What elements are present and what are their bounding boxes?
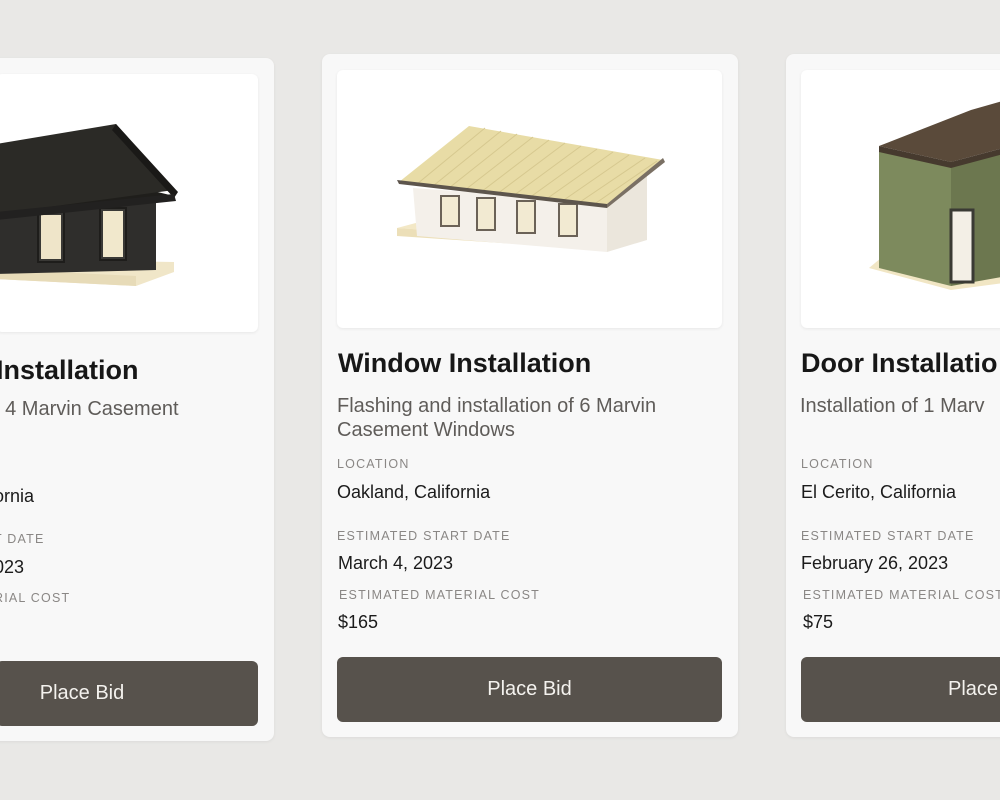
project-image-3	[801, 70, 1000, 328]
card-title: Installation	[0, 355, 139, 385]
cost-value: $165	[338, 612, 379, 632]
location-label: LOCATION	[801, 457, 874, 471]
location-value: El Cerito, California	[801, 482, 957, 502]
cost-label: ESTIMATED MATERIAL COST	[803, 588, 1000, 602]
beige-house-render	[397, 126, 665, 252]
card-description: f 4 Marvin Casement	[0, 398, 179, 420]
start-date-value: March 4, 2023	[338, 553, 454, 573]
location-value: ornia	[0, 486, 35, 506]
location-label: LOCATION	[337, 457, 410, 471]
project-image-1	[0, 74, 258, 332]
cost-label: ESTIMATED MATERIAL COST	[339, 588, 540, 602]
green-house-render	[869, 101, 1000, 290]
dark-house-render	[0, 124, 178, 286]
card-description-line-1: Flashing and installation of 6 Marvin	[337, 395, 657, 417]
place-bid-button[interactable]: Place	[801, 657, 1000, 722]
start-date-value: February 26, 2023	[801, 553, 949, 573]
cost-value: $75	[803, 612, 834, 632]
cost-label: RIAL COST	[0, 591, 71, 605]
project-card-2: Window Installation Flashing and install…	[322, 54, 738, 737]
start-date-label: ESTIMATED START DATE	[801, 529, 975, 543]
card-description-line-2: Casement Windows	[337, 419, 515, 441]
start-date-label: ESTIMATED START DATE	[337, 529, 511, 543]
card-title: Door Installatio	[801, 348, 998, 378]
start-date-label: T DATE	[0, 532, 45, 546]
card-title: Window Installation	[338, 348, 592, 378]
place-bid-button[interactable]: Place Bid	[337, 657, 722, 722]
place-bid-button[interactable]: Place Bid	[0, 661, 258, 726]
card-description: Installation of 1 Marv	[800, 395, 985, 417]
project-image-2	[337, 70, 722, 328]
project-card-1: Installation f 4 Marvin Casement ornia T…	[0, 58, 274, 741]
location-value: Oakland, California	[337, 482, 491, 502]
start-date-value: 023	[0, 557, 25, 577]
project-card-3: Door Installatio Installation of 1 Marv …	[786, 54, 1000, 737]
